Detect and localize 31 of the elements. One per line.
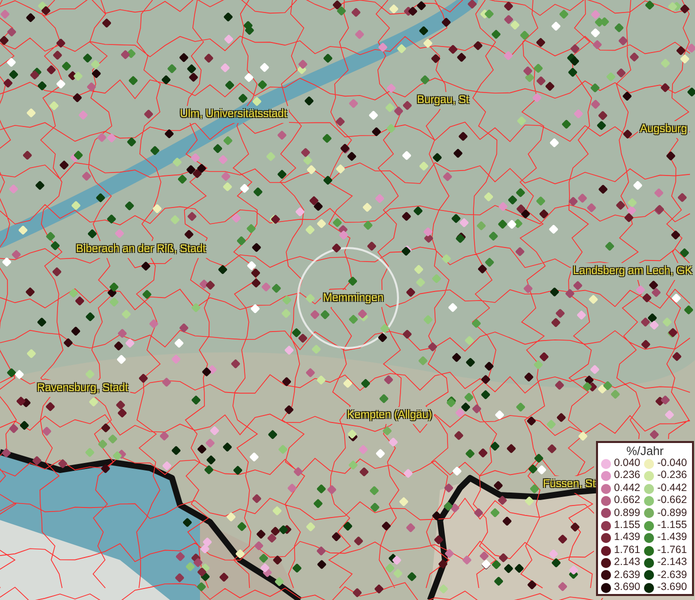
legend-value: -0.040 [657,458,688,470]
legend-value: 0.662 [614,495,642,507]
place-label: Memmingen [323,292,384,305]
place-label: Ravensburg, Stadt [37,382,128,395]
place-label: Augsburg [640,123,688,136]
legend-value: 2.639 [614,570,642,582]
legend-value: -0.442 [657,482,688,494]
place-label: Kempten (Allgäu) [347,409,432,422]
legend-value: 1.761 [614,544,642,556]
legend-value: 2.143 [614,557,642,569]
place-label: Füssen, St [543,478,596,491]
legend-value: -1.155 [657,520,688,532]
legend-value: -1.761 [657,544,688,556]
legend-value: 0.442 [614,482,642,494]
legend-value: -2.143 [657,557,688,569]
legend-value: 1.439 [614,532,642,544]
legend-value: -3.690 [657,582,688,594]
place-label: Landsberg am Lech, GK [573,265,692,278]
legend-value: 1.155 [614,520,642,532]
legend-value: -0.236 [657,470,688,482]
legend-value: -0.662 [657,495,688,507]
legend-value: 0.040 [614,458,642,470]
legend-value: -0.899 [657,508,688,520]
legend-value: 0.236 [614,470,642,482]
place-label: Burgau, St [417,94,469,107]
legend-value: -2.639 [657,570,688,582]
legend-value: -1.439 [657,532,688,544]
legend-value: 0.899 [614,508,642,520]
legend-title: %/Jahr [625,444,665,458]
place-label: Biberach an der Riß, Stadt [76,243,206,256]
legend-value: 3.690 [614,582,642,594]
